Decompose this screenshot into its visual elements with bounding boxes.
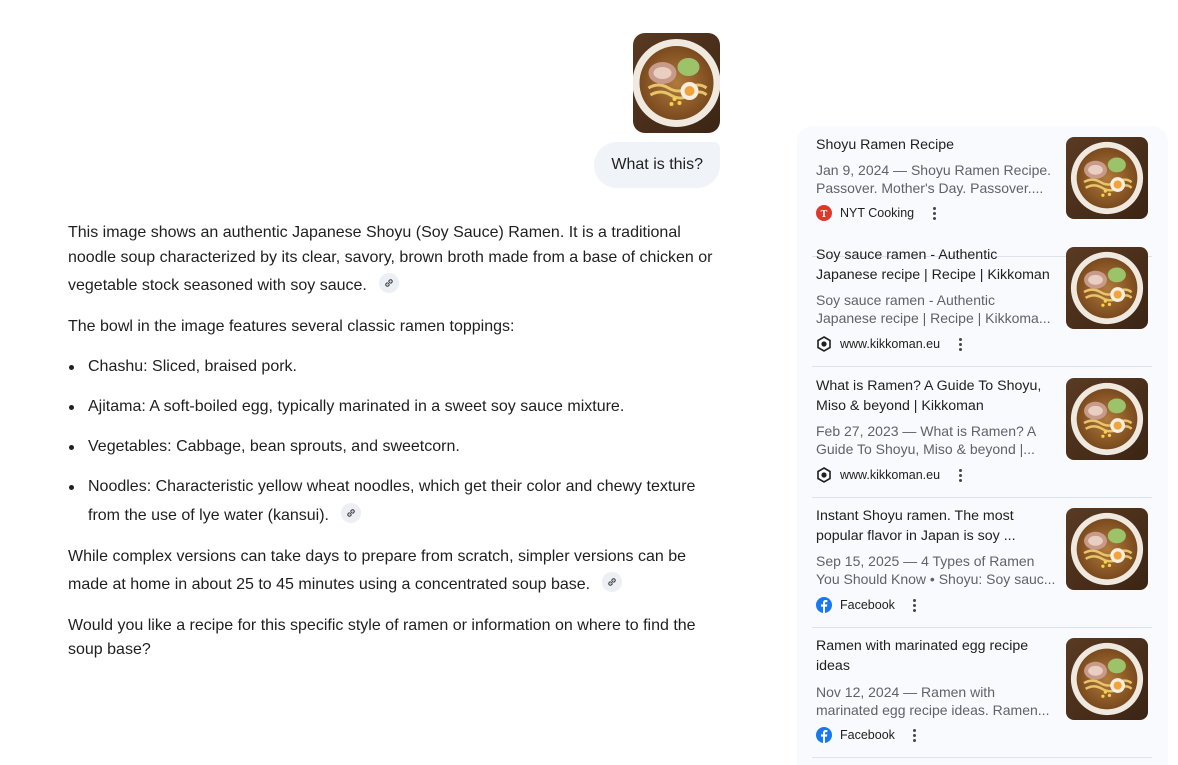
more-options-icon[interactable] (909, 727, 921, 743)
facebook-icon (816, 727, 832, 743)
more-options-icon[interactable] (954, 336, 966, 352)
user-uploaded-image[interactable] (633, 33, 720, 133)
ramen-photo (1066, 638, 1148, 720)
answer-intro: This image shows an authentic Japanese S… (68, 224, 713, 295)
more-options-icon[interactable] (928, 205, 940, 221)
source-attribution: Facebook (816, 596, 921, 614)
list-item: Noodles: Characteristic yellow wheat noo… (68, 475, 728, 528)
source-card[interactable]: What is Ramen? A Guide To Shoyu, Miso & … (812, 367, 1152, 498)
kikkoman-icon (817, 336, 831, 352)
user-question-bubble: What is this? (594, 142, 720, 188)
source-thumbnail[interactable] (1066, 137, 1148, 219)
list-item: Vegetables: Cabbage, bean sprouts, and s… (68, 435, 728, 460)
toppings-list: Chashu: Sliced, braised pork. Ajitama: A… (68, 355, 728, 528)
citation-link-icon[interactable] (378, 273, 399, 294)
source-name: www.kikkoman.eu (840, 468, 941, 482)
source-name: Facebook (840, 598, 895, 612)
more-options-icon[interactable] (909, 597, 921, 613)
citation-link-icon[interactable] (602, 572, 623, 593)
source-card[interactable]: Ramen with marinated egg recipe ideas No… (812, 627, 1152, 758)
source-card[interactable]: Instant Shoyu ramen. The most popular fl… (812, 497, 1152, 628)
source-attribution: www.kikkoman.eu (816, 466, 966, 484)
source-title[interactable]: What is Ramen? A Guide To Shoyu, Miso & … (816, 377, 1054, 416)
source-snippet: Soy sauce ramen - Authentic Japanese rec… (816, 292, 1051, 326)
source-name: www.kikkoman.eu (840, 337, 941, 351)
facebook-icon (816, 597, 832, 613)
toppings-intro: The bowl in the image features several c… (68, 317, 515, 335)
source-attribution: Facebook (816, 726, 921, 744)
svg-text:T: T (821, 209, 828, 220)
assistant-answer: This image shows an authentic Japanese S… (68, 221, 728, 679)
list-item: Chashu: Sliced, braised pork. (68, 355, 728, 380)
source-snippet: Nov 12, 2024 — Ramen with marinated egg … (816, 684, 1050, 718)
nyt-cooking-icon: T (816, 205, 832, 221)
answer-followup: Would you like a recipe for this specifi… (68, 616, 696, 659)
list-item: Ajitama: A soft-boiled egg, typically ma… (68, 395, 728, 420)
more-options-icon[interactable] (954, 467, 966, 483)
source-title[interactable]: Ramen with marinated egg recipe ideas (816, 637, 1054, 676)
source-title[interactable]: Shoyu Ramen Recipe (816, 136, 1054, 156)
source-snippet: Feb 27, 2023 — What is Ramen? A Guide To… (816, 423, 1037, 457)
source-thumbnail[interactable] (1066, 508, 1148, 590)
source-attribution: T NYT Cooking (816, 204, 940, 222)
ramen-photo (1066, 247, 1148, 329)
answer-prep: While complex versions can take days to … (68, 547, 687, 594)
source-snippet: Sep 15, 2025 — 4 Types of Ramen You Shou… (816, 553, 1056, 587)
ramen-photo (633, 33, 720, 133)
source-name: NYT Cooking (840, 206, 915, 220)
source-title[interactable]: Soy sauce ramen - Authentic Japanese rec… (816, 246, 1054, 285)
ramen-photo (1066, 508, 1148, 590)
source-thumbnail[interactable] (1066, 247, 1148, 329)
source-thumbnail[interactable] (1066, 378, 1148, 460)
ramen-photo (1066, 137, 1148, 219)
kikkoman-icon (817, 467, 831, 483)
source-snippet: Jan 9, 2024 — Shoyu Ramen Recipe. Passov… (816, 162, 1052, 196)
source-thumbnail[interactable] (1066, 638, 1148, 720)
ramen-photo (1066, 378, 1148, 460)
citation-link-icon[interactable] (340, 502, 361, 523)
source-title[interactable]: Instant Shoyu ramen. The most popular fl… (816, 507, 1054, 546)
source-card[interactable]: Soy sauce ramen - Authentic Japanese rec… (812, 236, 1152, 367)
source-attribution: www.kikkoman.eu (816, 335, 966, 353)
source-name: Facebook (840, 728, 895, 742)
